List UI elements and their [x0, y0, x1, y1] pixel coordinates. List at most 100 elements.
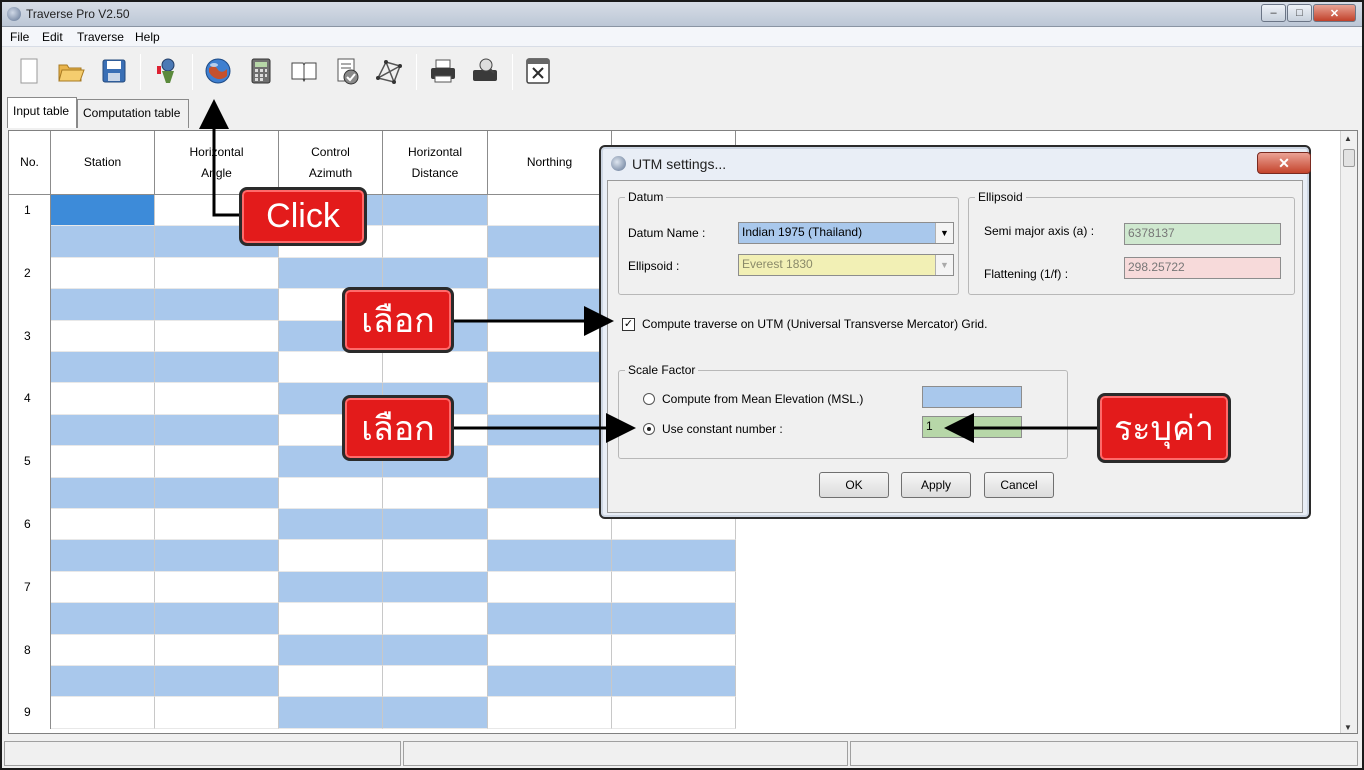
grid-cell[interactable] [155, 289, 279, 321]
constant-number-field[interactable]: 1 [922, 416, 1022, 438]
grid-cell[interactable] [488, 571, 612, 604]
menu-help[interactable]: Help [135, 30, 160, 44]
grid-cell[interactable] [488, 477, 612, 509]
grid-cell[interactable] [279, 257, 383, 290]
grid-cell[interactable] [383, 195, 488, 227]
new-file-icon[interactable] [12, 54, 46, 88]
ellipsoid-select[interactable]: Everest 1830 ▼ [738, 254, 954, 276]
utm-globe-icon[interactable] [201, 54, 235, 88]
grid-cell[interactable] [51, 571, 155, 604]
grid-network-icon[interactable] [372, 54, 406, 88]
grid-cell[interactable] [155, 320, 279, 352]
grid-cell[interactable] [279, 477, 383, 509]
grid-cell[interactable] [488, 666, 612, 698]
grid-cell[interactable] [488, 195, 612, 227]
grid-cell[interactable] [51, 320, 155, 352]
grid-cell[interactable] [612, 697, 736, 729]
grid-cell[interactable] [279, 509, 383, 541]
grid-cell[interactable] [51, 666, 155, 698]
grid-cell[interactable] [612, 603, 736, 635]
grid-cell[interactable] [279, 697, 383, 729]
cancel-button[interactable]: Cancel [984, 472, 1054, 498]
grid-cell[interactable] [51, 477, 155, 509]
grid-cell[interactable] [155, 666, 279, 698]
scroll-down-icon[interactable]: ▼ [1344, 723, 1352, 732]
menu-file[interactable]: File [10, 30, 29, 44]
calculator-icon[interactable] [244, 54, 278, 88]
grid-cell[interactable] [488, 446, 612, 478]
grid-cell[interactable] [383, 226, 488, 258]
grid-cell[interactable] [155, 257, 279, 290]
grid-cell[interactable] [155, 603, 279, 635]
grid-cell[interactable] [488, 540, 612, 572]
ok-button[interactable]: OK [819, 472, 889, 498]
scroll-thumb[interactable] [1343, 149, 1355, 167]
menu-edit[interactable]: Edit [42, 30, 63, 44]
grid-cell[interactable] [488, 634, 612, 666]
column-header[interactable]: Station [51, 131, 155, 195]
grid-cell[interactable] [383, 509, 488, 541]
column-header[interactable]: Horizontal Distance [383, 131, 488, 195]
grid-cell[interactable] [51, 509, 155, 541]
grid-cell[interactable] [155, 414, 279, 447]
grid-cell[interactable] [488, 226, 612, 258]
grid-cell[interactable] [51, 226, 155, 258]
maximize-button[interactable]: □ [1287, 4, 1312, 22]
grid-cell[interactable] [488, 509, 612, 541]
survey-tool-icon[interactable] [150, 54, 184, 88]
grid-cell[interactable] [488, 383, 612, 415]
mean-elevation-radio[interactable] [643, 393, 655, 405]
grid-cell[interactable] [51, 383, 155, 415]
grid-cell[interactable] [51, 603, 155, 635]
grid-cell[interactable] [488, 352, 612, 384]
chevron-down-icon[interactable]: ▼ [935, 223, 953, 243]
tab-input-table[interactable]: Input table [7, 97, 77, 128]
column-header[interactable]: No. [9, 131, 51, 195]
menu-traverse[interactable]: Traverse [77, 30, 124, 44]
flattening-field[interactable]: 298.25722 [1124, 257, 1281, 279]
grid-cell[interactable] [488, 289, 612, 321]
grid-cell[interactable] [155, 634, 279, 666]
grid-cell[interactable] [383, 477, 488, 509]
open-folder-icon[interactable] [54, 54, 88, 88]
grid-cell[interactable] [279, 603, 383, 635]
grid-cell[interactable] [383, 603, 488, 635]
checklist-icon[interactable] [330, 54, 364, 88]
grid-cell[interactable] [279, 634, 383, 666]
column-header[interactable]: Horizontal Angle [155, 131, 279, 195]
grid-cell[interactable] [279, 352, 383, 384]
grid-cell[interactable] [383, 666, 488, 698]
save-icon[interactable] [97, 54, 131, 88]
excel-export-icon[interactable] [521, 54, 555, 88]
tab-computation-table[interactable]: Computation table [77, 99, 189, 128]
grid-cell[interactable] [155, 697, 279, 729]
grid-cell[interactable] [51, 634, 155, 666]
grid-cell[interactable] [51, 446, 155, 478]
printer-icon[interactable] [426, 54, 460, 88]
grid-cell[interactable] [155, 509, 279, 541]
grid-cell[interactable] [155, 477, 279, 509]
utm-grid-checkbox[interactable]: ✓ [622, 318, 635, 331]
grid-cell[interactable] [155, 352, 279, 384]
grid-cell[interactable] [383, 540, 488, 572]
column-header[interactable]: Control Azimuth [279, 131, 383, 195]
print-preview-icon[interactable] [468, 54, 502, 88]
grid-cell[interactable] [488, 603, 612, 635]
apply-button[interactable]: Apply [901, 472, 971, 498]
semi-major-axis-field[interactable]: 6378137 [1124, 223, 1281, 245]
grid-cell[interactable] [51, 540, 155, 572]
chevron-down-icon[interactable]: ▼ [935, 255, 953, 275]
grid-cell[interactable] [155, 571, 279, 604]
grid-cell[interactable] [488, 257, 612, 290]
grid-cell[interactable] [51, 352, 155, 384]
mean-elevation-field[interactable] [922, 386, 1022, 408]
grid-cell[interactable] [155, 383, 279, 415]
grid-cell[interactable] [383, 571, 488, 604]
grid-cell[interactable] [279, 666, 383, 698]
grid-cell[interactable] [488, 320, 612, 352]
grid-cell[interactable] [488, 414, 612, 447]
grid-cell[interactable] [383, 634, 488, 666]
grid-cell[interactable] [488, 697, 612, 729]
grid-cell[interactable] [51, 414, 155, 447]
grid-cell[interactable] [155, 446, 279, 478]
